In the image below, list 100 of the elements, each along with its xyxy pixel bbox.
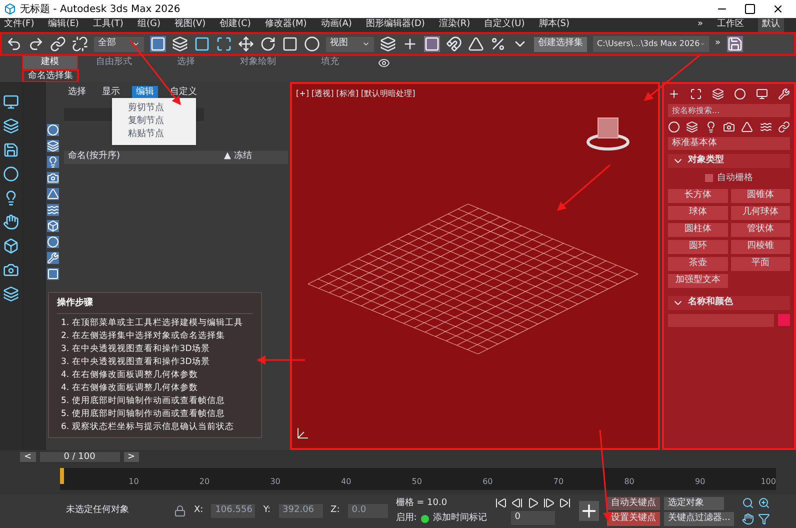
coord-field[interactable]: 106.556	[211, 504, 256, 518]
select-object-icon[interactable]	[150, 36, 166, 52]
category-icon[interactable]	[704, 121, 717, 133]
track-bar[interactable]: 10 20 30 40 50 60 70 80 90 100	[60, 468, 776, 490]
redo-icon[interactable]	[28, 36, 44, 52]
ribbon-tab[interactable]: 自由形式	[78, 56, 150, 70]
create-selection-set-button[interactable]: 创建选择集	[534, 36, 587, 52]
search-field[interactable]: 按名称搜索...	[668, 104, 790, 117]
primitive-button[interactable]: 几何球体	[730, 206, 790, 220]
chevron[interactable]: »	[715, 37, 721, 51]
column-header[interactable]: ▲ 冻结	[224, 150, 252, 164]
checkbox[interactable]	[705, 174, 713, 182]
selection-filter-dropdown[interactable]: 全部	[94, 36, 144, 52]
set-key-button[interactable]: 设置关键点	[606, 512, 660, 526]
filter-icon[interactable]	[47, 172, 59, 184]
menu-item[interactable]: 复制节点	[112, 115, 196, 128]
rectangle-selection-icon[interactable]	[194, 36, 210, 52]
filter-icon[interactable]	[47, 124, 59, 136]
panel-tab-icon[interactable]	[712, 88, 724, 100]
chevron[interactable]: »	[697, 18, 703, 32]
filter-icon[interactable]	[47, 252, 59, 264]
project-path-dropdown[interactable]: C:\Users\...\3ds Max 2026	[593, 36, 709, 52]
window-crossing-icon[interactable]	[216, 36, 232, 52]
auto-key-button[interactable]: 自动关键点	[606, 496, 660, 510]
filter-icon[interactable]	[47, 204, 59, 216]
primitive-button[interactable]: 四棱锥	[730, 240, 790, 254]
angle-snap-icon[interactable]	[468, 36, 484, 52]
save-icon[interactable]	[726, 36, 743, 52]
undo-icon[interactable]	[6, 36, 22, 52]
menu-item[interactable]: 创建(C)	[220, 18, 251, 32]
panel-tab-icon[interactable]	[756, 88, 768, 100]
menu-item[interactable]: 文件(F)	[4, 18, 34, 32]
eye-icon[interactable]	[378, 56, 390, 68]
next-frame-button[interactable]: >	[124, 452, 140, 462]
close-icon[interactable]	[772, 3, 784, 15]
category-icon[interactable]	[741, 121, 754, 133]
menu-item[interactable]: 编辑(E)	[48, 18, 79, 32]
move-icon[interactable]	[238, 36, 254, 52]
zoom-icon[interactable]	[742, 497, 754, 509]
rollout-header[interactable]: 名称和颜色	[668, 296, 790, 310]
tool-icon[interactable]	[3, 238, 19, 254]
workspace-dropdown[interactable]: 默认	[758, 18, 784, 32]
frame-counter-field[interactable]: 0 / 100	[40, 452, 120, 462]
column-header[interactable]: 命名(按升序)	[64, 150, 224, 164]
category-icon[interactable]	[722, 121, 735, 133]
select-manipulate-icon[interactable]	[402, 36, 418, 52]
filter-icon[interactable]	[47, 220, 59, 232]
menu-item[interactable]: 粘贴节点	[112, 128, 196, 141]
maximize-icon[interactable]	[744, 3, 756, 15]
primitive-button[interactable]: 加强型文本	[668, 274, 728, 288]
tool-icon[interactable]	[3, 94, 19, 110]
time-slider-thumb[interactable]	[60, 468, 64, 484]
primitive-button[interactable]: 平面	[730, 257, 790, 271]
ribbon-tab[interactable]: 填充	[294, 56, 366, 70]
unlink-icon[interactable]	[72, 36, 88, 52]
tool-icon[interactable]	[3, 214, 19, 230]
filter-icon[interactable]	[47, 236, 59, 248]
category-icon[interactable]	[760, 121, 772, 133]
lock-icon[interactable]	[174, 505, 186, 517]
menu-item[interactable]: 图形编辑器(D)	[366, 18, 425, 32]
percent-snap-icon[interactable]	[490, 36, 506, 52]
category-icon[interactable]	[778, 121, 790, 133]
color-swatch[interactable]	[778, 314, 790, 326]
name-field[interactable]	[668, 314, 774, 326]
key-filters-button[interactable]: 关键点过滤器...	[664, 512, 734, 526]
zoom-all-icon[interactable]	[758, 497, 770, 509]
primitive-button[interactable]: 管状体	[730, 223, 790, 237]
menu-item[interactable]: 视图(V)	[174, 18, 206, 32]
primitive-button[interactable]: 球体	[668, 206, 728, 220]
ref-coord-dropdown[interactable]: 视图	[326, 36, 374, 52]
filter-icon[interactable]	[47, 140, 59, 152]
menu-item[interactable]: 渲染(R)	[438, 18, 470, 32]
link-icon[interactable]	[50, 36, 66, 52]
coord-field[interactable]: 0.0	[348, 504, 388, 518]
selected-object-dropdown[interactable]: 选定对象	[664, 496, 724, 510]
primitive-button[interactable]: 圆锥体	[730, 189, 790, 203]
add-key-icon[interactable]	[578, 501, 599, 521]
panel-tab-icon[interactable]	[734, 88, 746, 100]
category-icon[interactable]	[668, 121, 680, 133]
filter-icon[interactable]	[47, 268, 59, 280]
panel-tab-icon[interactable]	[690, 88, 702, 100]
next-frame-icon[interactable]	[542, 497, 555, 510]
filter-icon[interactable]	[47, 156, 59, 168]
panel-tab-icon[interactable]	[778, 88, 790, 100]
play-icon[interactable]	[526, 497, 539, 510]
menu-item[interactable]: 自定义(U)	[484, 18, 525, 32]
coord-field[interactable]: 392.06	[278, 504, 323, 518]
tool-icon[interactable]	[3, 262, 19, 278]
ribbon-tab[interactable]: 选择	[150, 56, 222, 70]
tool-icon[interactable]	[3, 118, 19, 134]
frame-field[interactable]: 0	[510, 511, 555, 525]
previous-frame-icon[interactable]	[510, 497, 523, 510]
tool-icon[interactable]	[3, 142, 19, 158]
category-dropdown[interactable]: 标准基本体	[668, 137, 790, 150]
primitive-button[interactable]: 长方体	[668, 189, 728, 203]
go-to-end-icon[interactable]	[558, 497, 571, 510]
primitive-button[interactable]: 圆柱体	[668, 223, 728, 237]
category-icon[interactable]	[686, 121, 698, 133]
go-to-start-icon[interactable]	[494, 497, 507, 510]
prev-frame-button[interactable]: <	[20, 452, 36, 462]
